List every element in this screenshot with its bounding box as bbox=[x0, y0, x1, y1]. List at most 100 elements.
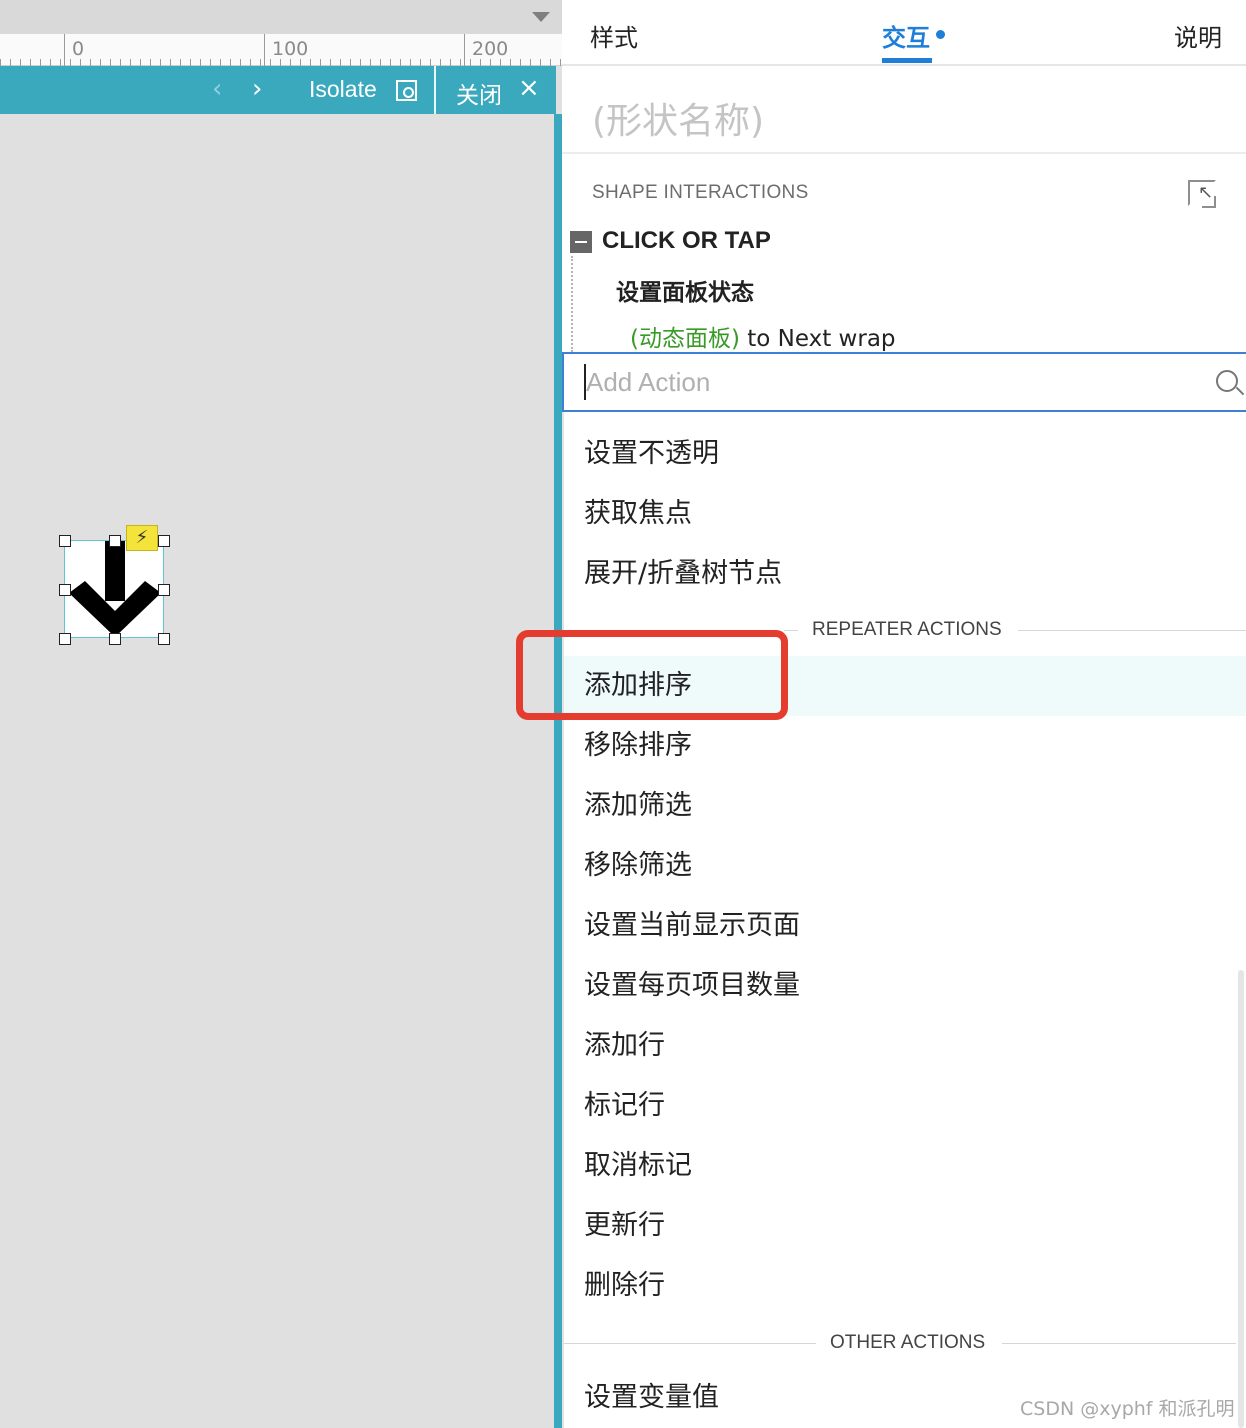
down-arrow-icon bbox=[69, 541, 161, 637]
watermark: CSDN @xyphf 和派孔明 bbox=[1020, 1398, 1235, 1420]
isolate-icon[interactable] bbox=[396, 80, 417, 101]
action-detail[interactable]: (动态面板) to Next wrap bbox=[630, 319, 896, 353]
menu-item[interactable]: 标记行 bbox=[564, 1076, 1246, 1136]
expand-panel-icon[interactable] bbox=[1188, 180, 1216, 206]
tab-active-dot-icon bbox=[936, 30, 945, 39]
ruler-tick bbox=[90, 59, 91, 66]
tab-style[interactable]: 样式 bbox=[590, 18, 638, 53]
close-icon[interactable]: × bbox=[518, 74, 540, 102]
menu-item[interactable]: 取消标记 bbox=[564, 1136, 1246, 1196]
action-detail-text: to Next wrap bbox=[739, 326, 896, 352]
close-button[interactable]: 关闭 bbox=[456, 76, 502, 110]
section-rule bbox=[1018, 630, 1246, 631]
active-tab-underline bbox=[882, 58, 932, 63]
ruler-tick bbox=[540, 59, 541, 66]
section-rule bbox=[1002, 1343, 1236, 1344]
ruler-tick bbox=[260, 59, 261, 66]
isolate-button[interactable]: Isolate bbox=[309, 76, 377, 103]
resize-handle[interactable] bbox=[158, 584, 170, 596]
ruler-major-tick bbox=[464, 34, 465, 66]
ruler-tick bbox=[30, 59, 31, 66]
ruler-tick bbox=[280, 59, 281, 66]
ruler-label: 200 bbox=[472, 38, 509, 60]
ruler-tick bbox=[0, 59, 1, 66]
scrollbar[interactable] bbox=[1238, 970, 1244, 1428]
menu-item[interactable]: 展开/折叠树节点 bbox=[564, 544, 1246, 604]
selected-arrow-shape[interactable] bbox=[64, 540, 164, 638]
menu-item[interactable]: 设置不透明 bbox=[564, 424, 1246, 484]
resize-handle[interactable] bbox=[59, 584, 71, 596]
ruler-dropdown-caret-icon[interactable] bbox=[532, 12, 550, 22]
ruler-tick bbox=[150, 59, 151, 66]
menu-item[interactable]: 移除排序 bbox=[564, 716, 1246, 776]
ruler-tick bbox=[360, 59, 361, 66]
panel-divider[interactable] bbox=[554, 114, 562, 1428]
ruler-label: 100 bbox=[272, 38, 309, 60]
section-heading-other: OTHER ACTIONS bbox=[564, 1328, 1246, 1358]
ruler-tick bbox=[160, 59, 161, 66]
ruler-tick bbox=[120, 59, 121, 66]
tab-interactions[interactable]: 交互 bbox=[882, 18, 930, 53]
resize-handle[interactable] bbox=[109, 535, 121, 547]
menu-item[interactable]: 设置每页项目数量 bbox=[564, 956, 1246, 1016]
menu-item[interactable]: 更新行 bbox=[564, 1196, 1246, 1256]
next-arrow-icon[interactable]: › bbox=[252, 74, 262, 104]
ruler-tick bbox=[420, 59, 421, 66]
ruler-tick bbox=[290, 59, 291, 66]
ruler-major-tick bbox=[64, 34, 65, 66]
canvas-area[interactable]: 0 100 200 ‹ › Isolate 关闭 × ⚡ bbox=[0, 0, 562, 1428]
ruler-tick bbox=[50, 59, 51, 66]
section-title: OTHER ACTIONS bbox=[830, 1332, 986, 1353]
divider bbox=[562, 152, 1246, 154]
ruler-tick bbox=[320, 59, 321, 66]
ruler-tick bbox=[70, 59, 71, 66]
resize-handle[interactable] bbox=[109, 633, 121, 645]
action-target: (动态面板) bbox=[630, 326, 740, 352]
tab-notes[interactable]: 说明 bbox=[1174, 18, 1222, 53]
action-set-panel-state[interactable]: 设置面板状态 bbox=[616, 273, 754, 307]
horizontal-ruler: 0 100 200 bbox=[0, 0, 562, 66]
shape-name-field[interactable]: (形状名称) bbox=[592, 92, 764, 144]
ruler-tick bbox=[340, 59, 341, 66]
ruler-tick bbox=[410, 59, 411, 66]
menu-item[interactable]: 设置当前显示页面 bbox=[564, 896, 1246, 956]
ruler-tick bbox=[100, 59, 101, 66]
resize-handle[interactable] bbox=[59, 633, 71, 645]
ruler-tick bbox=[190, 59, 191, 66]
ruler-tick bbox=[300, 59, 301, 66]
menu-item[interactable]: 添加行 bbox=[564, 1016, 1246, 1076]
ruler-tick bbox=[390, 59, 391, 66]
ruler-tick bbox=[470, 59, 471, 66]
add-action-input[interactable] bbox=[584, 364, 1184, 400]
ruler-label: 0 bbox=[72, 38, 85, 60]
isolate-bar: ‹ › Isolate 关闭 × bbox=[0, 66, 556, 114]
ruler-tick bbox=[510, 59, 511, 66]
expand-panel-icon-part bbox=[1202, 206, 1216, 208]
annotation-highlight-box bbox=[516, 630, 788, 720]
ruler-tick bbox=[60, 59, 61, 66]
search-icon[interactable] bbox=[1216, 370, 1238, 392]
ruler-tick bbox=[450, 59, 451, 66]
resize-handle[interactable] bbox=[59, 535, 71, 547]
add-action-search bbox=[562, 352, 1246, 412]
menu-item[interactable]: 获取焦点 bbox=[564, 484, 1246, 544]
ruler-tick bbox=[550, 59, 551, 66]
panel-tabs: 样式 交互 说明 bbox=[562, 0, 1246, 66]
previous-arrow-icon[interactable]: ‹ bbox=[212, 74, 222, 104]
menu-item[interactable]: 添加筛选 bbox=[564, 776, 1246, 836]
resize-handle[interactable] bbox=[158, 633, 170, 645]
ruler-tick bbox=[330, 59, 331, 66]
event-click-or-tap[interactable]: CLICK OR TAP bbox=[602, 227, 771, 255]
ruler-tick bbox=[430, 59, 431, 66]
menu-item[interactable]: 移除筛选 bbox=[564, 836, 1246, 896]
ruler-tick bbox=[200, 59, 201, 66]
resize-handle[interactable] bbox=[158, 535, 170, 547]
ruler-tick bbox=[80, 59, 81, 66]
menu-item[interactable]: 删除行 bbox=[564, 1256, 1246, 1316]
ruler-tick bbox=[400, 59, 401, 66]
ruler-tick bbox=[500, 59, 501, 66]
collapse-icon[interactable] bbox=[570, 231, 592, 253]
interaction-lightning-icon[interactable]: ⚡ bbox=[126, 525, 158, 551]
ruler-tick bbox=[250, 59, 251, 66]
ruler-tick bbox=[20, 59, 21, 66]
